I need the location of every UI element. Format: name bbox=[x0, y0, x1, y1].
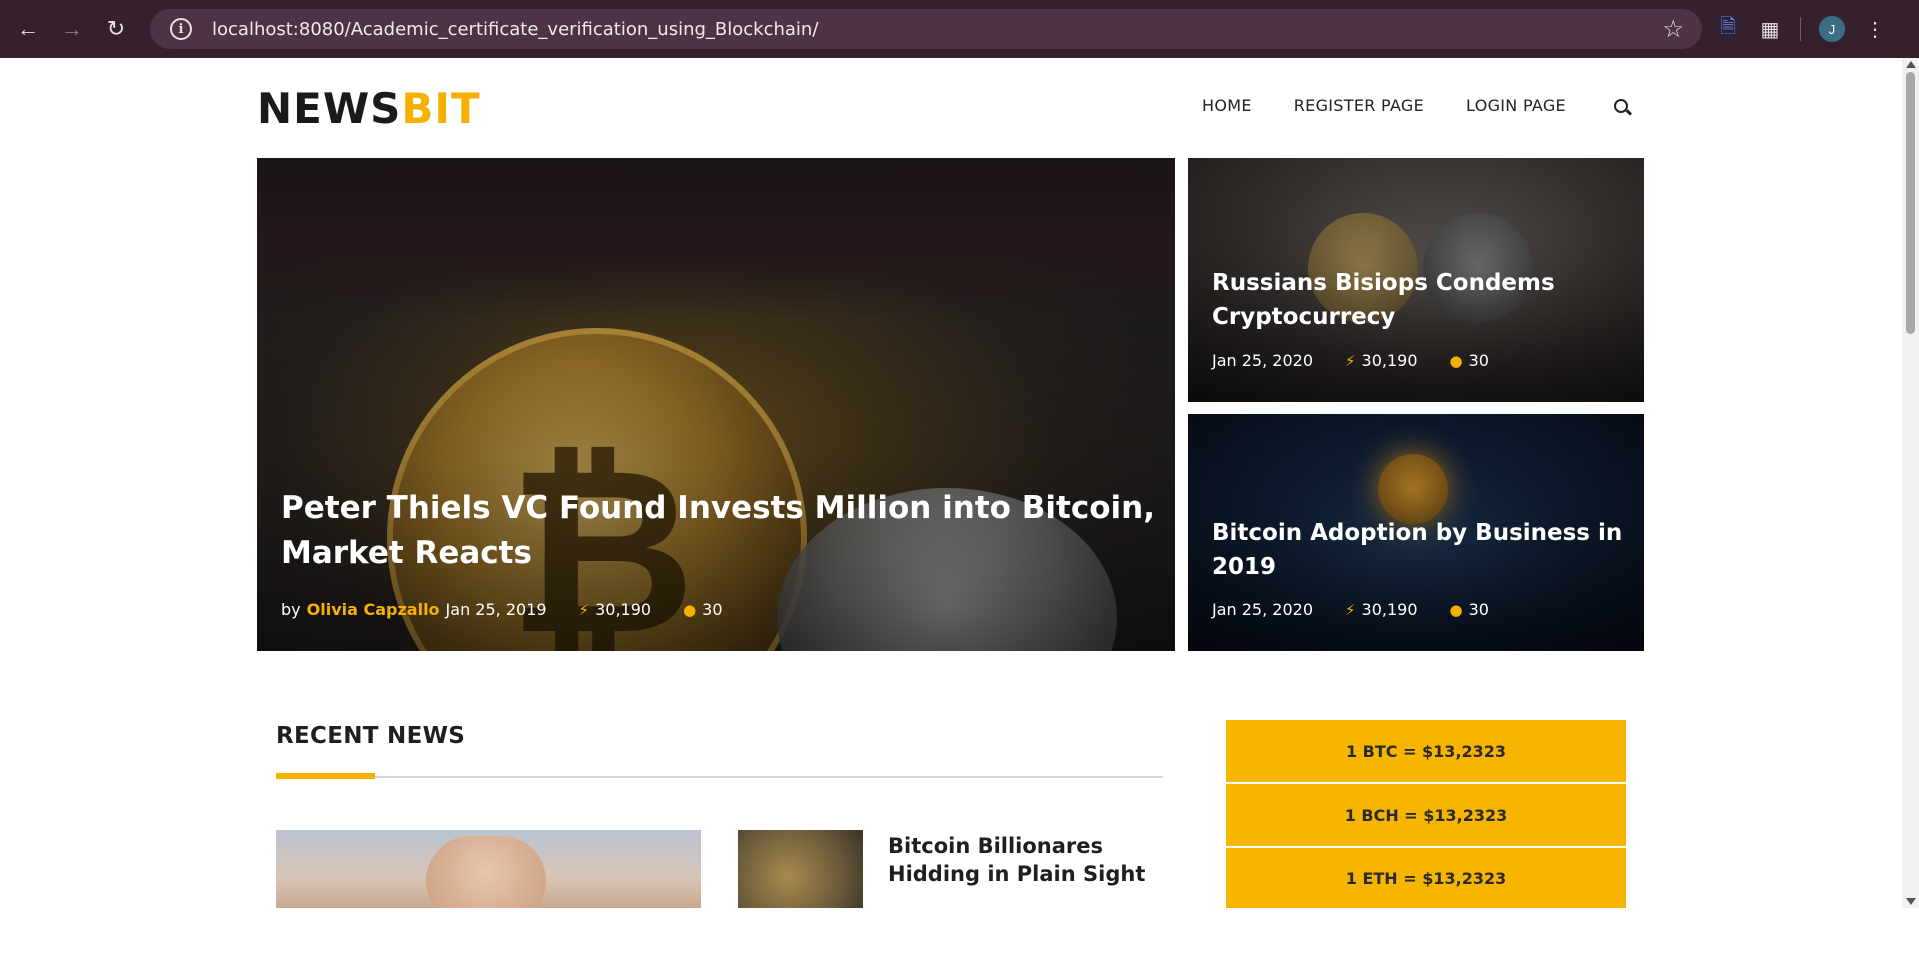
browser-toolbar: ← → ↻ i localhost:8080/Academic_certific… bbox=[0, 0, 1919, 58]
hero-main-meta: by Olivia Capzallo Jan 25, 2019 ⚡ 30,190… bbox=[281, 600, 723, 619]
browser-menu-icon[interactable]: ⋮ bbox=[1863, 17, 1887, 41]
extension-doc-icon[interactable]: 🗎 bbox=[1716, 16, 1740, 41]
price-bch: 1 BCH = $13,2323 bbox=[1226, 784, 1626, 846]
site-info-icon[interactable]: i bbox=[170, 18, 192, 40]
view-count: 30,190 bbox=[1361, 600, 1418, 619]
scroll-down-arrow-icon[interactable] bbox=[1906, 898, 1916, 905]
hero-side-title-1[interactable]: Russians Bisiops Condems Cryptocurrecy bbox=[1212, 266, 1555, 334]
bolt-icon: ⚡ bbox=[1345, 351, 1356, 370]
post-date: Jan 25, 2019 bbox=[445, 600, 547, 619]
recent-news-headline[interactable]: Bitcoin Billionares Hidding in Plain Sig… bbox=[888, 832, 1148, 888]
toolbar-divider bbox=[1800, 17, 1801, 41]
nav-login-page[interactable]: LOGIN PAGE bbox=[1466, 96, 1566, 115]
post-date: Jan 25, 2020 bbox=[1212, 600, 1313, 619]
reload-icon[interactable]: ↻ bbox=[94, 0, 138, 58]
profile-avatar[interactable]: J bbox=[1819, 16, 1845, 42]
search-icon[interactable] bbox=[1613, 98, 1628, 113]
site-logo[interactable]: NEWSBIT bbox=[257, 84, 481, 133]
price-eth: 1 ETH = $13,2323 bbox=[1226, 848, 1626, 908]
section-divider-accent bbox=[276, 773, 375, 779]
author-link[interactable]: Olivia Capzallo bbox=[307, 600, 440, 619]
section-divider bbox=[276, 776, 1163, 778]
hero-side-card-2[interactable]: Bitcoin Adoption by Business in 2019 Jan… bbox=[1188, 414, 1644, 651]
comment-count: 30 bbox=[1468, 600, 1489, 619]
hero-main-card[interactable]: ₿ Peter Thiels VC Found Invests Million … bbox=[257, 158, 1175, 651]
logo-primary: NEWS bbox=[257, 84, 402, 133]
nav-register-page[interactable]: REGISTER PAGE bbox=[1294, 96, 1424, 115]
post-date: Jan 25, 2020 bbox=[1212, 351, 1313, 370]
hero-side-card-1[interactable]: Russians Bisiops Condems Cryptocurrecy J… bbox=[1188, 158, 1644, 402]
page-scrollbar[interactable] bbox=[1902, 58, 1919, 908]
recent-news-thumbnail-small[interactable] bbox=[738, 830, 863, 908]
recent-news-heading: RECENT NEWS bbox=[276, 723, 466, 749]
main-navigation: HOME REGISTER PAGE LOGIN PAGE bbox=[1202, 96, 1628, 115]
address-bar[interactable]: i localhost:8080/Academic_certificate_ve… bbox=[150, 9, 1702, 49]
price-btc: 1 BTC = $13,2323 bbox=[1226, 720, 1626, 782]
view-count: 30,190 bbox=[1361, 351, 1418, 370]
hero-side-meta-2: Jan 25, 2020 ⚡ 30,190 ● 30 bbox=[1212, 600, 1489, 619]
comment-count: 30 bbox=[702, 600, 723, 619]
view-count: 30,190 bbox=[595, 600, 652, 619]
nav-home[interactable]: HOME bbox=[1202, 96, 1252, 115]
hero-side-title-2[interactable]: Bitcoin Adoption by Business in 2019 bbox=[1212, 516, 1622, 584]
forward-arrow-icon[interactable]: → bbox=[50, 0, 94, 58]
logo-accent: BIT bbox=[401, 84, 481, 133]
extensions-puzzle-icon[interactable]: ▦ bbox=[1758, 17, 1782, 41]
scroll-up-arrow-icon[interactable] bbox=[1906, 61, 1916, 68]
bolt-icon: ⚡ bbox=[578, 600, 590, 619]
comment-bubble-icon: ● bbox=[1449, 351, 1463, 370]
comment-bubble-icon: ● bbox=[683, 600, 697, 619]
scrollbar-thumb[interactable] bbox=[1906, 72, 1915, 334]
recent-news-thumbnail-large[interactable] bbox=[276, 830, 701, 908]
bookmark-star-icon[interactable]: ☆ bbox=[1662, 15, 1684, 44]
comment-count: 30 bbox=[1468, 351, 1489, 370]
address-url[interactable]: localhost:8080/Academic_certificate_veri… bbox=[212, 19, 818, 40]
back-arrow-icon[interactable]: ← bbox=[6, 0, 50, 58]
hero-main-title[interactable]: Peter Thiels VC Found Invests Million in… bbox=[281, 486, 1155, 576]
comment-bubble-icon: ● bbox=[1449, 600, 1463, 619]
hero-side-meta-1: Jan 25, 2020 ⚡ 30,190 ● 30 bbox=[1212, 351, 1489, 370]
bolt-icon: ⚡ bbox=[1345, 600, 1356, 619]
